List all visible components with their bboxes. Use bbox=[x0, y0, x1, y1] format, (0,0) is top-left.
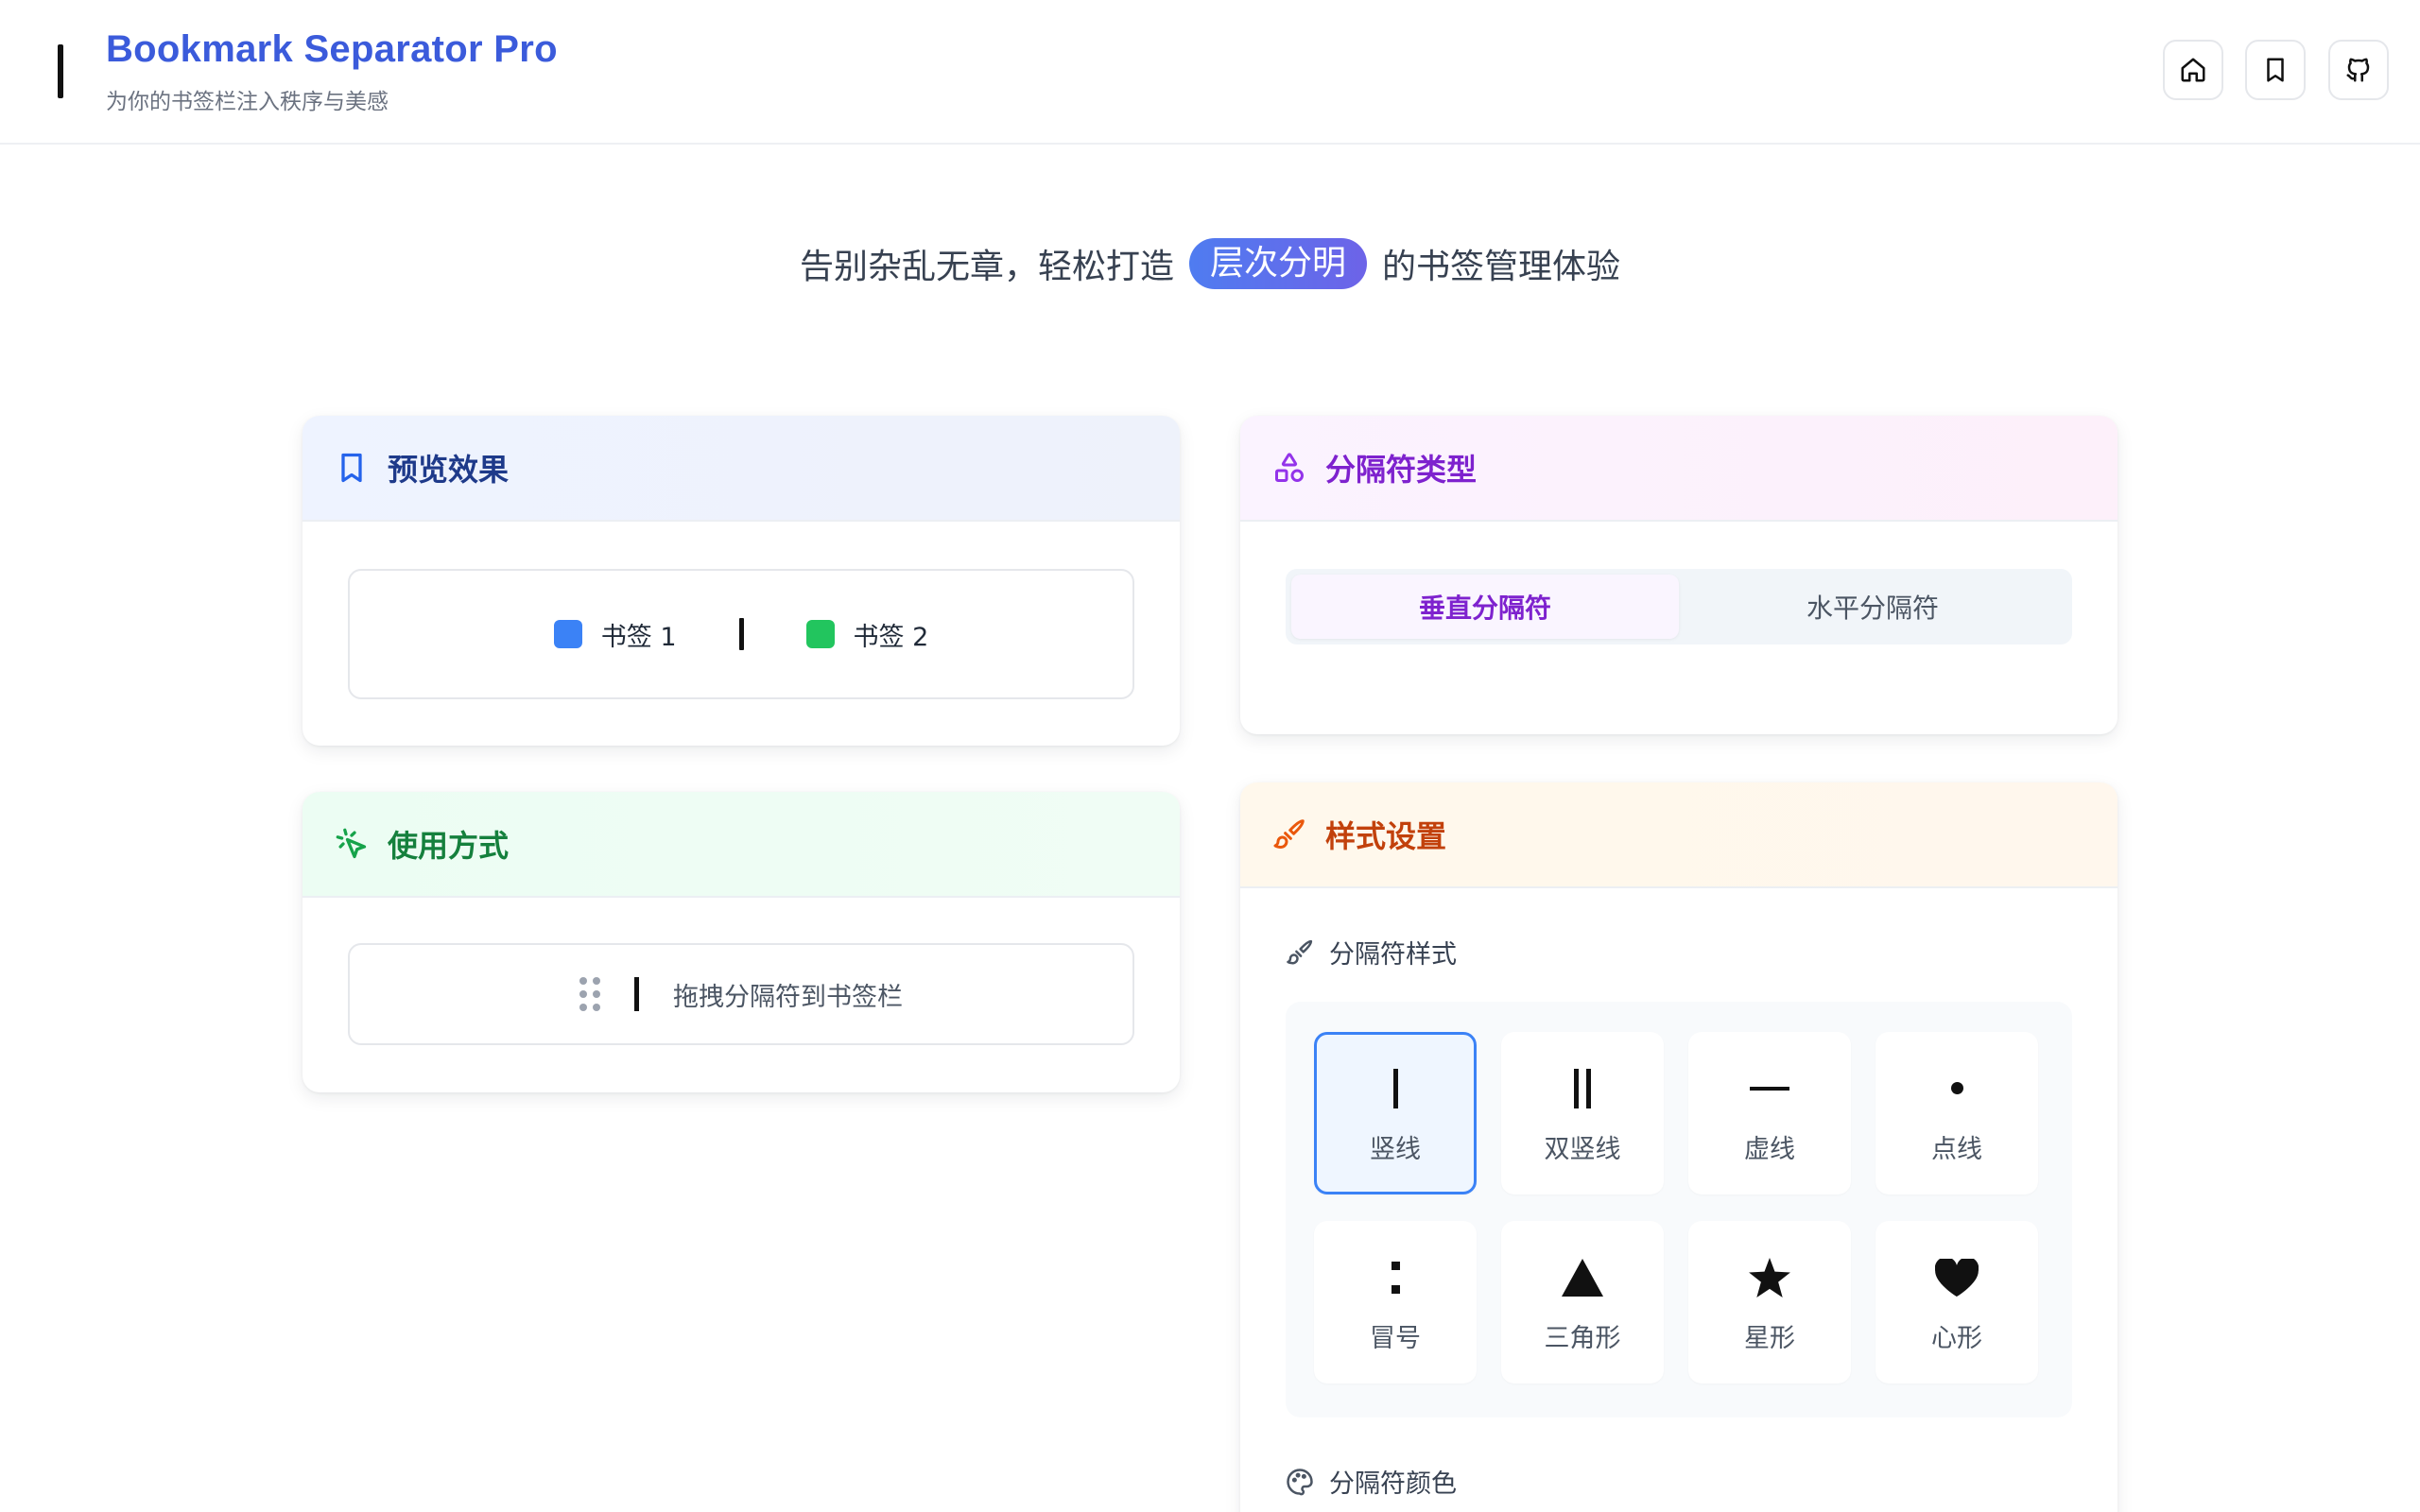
style-option-label: 星形 bbox=[1744, 1323, 1795, 1353]
style-settings-card: 样式设置 分隔符样式 竖线 双竖线 虚线 点线 冒号 三角形 星形 心形 分隔符… bbox=[1240, 782, 2118, 1512]
app-header: Bookmark Separator Pro 为你的书签栏注入秩序与美感 bbox=[0, 0, 2420, 145]
bookmark-button[interactable] bbox=[2245, 40, 2306, 100]
style-option-double-line[interactable]: 双竖线 bbox=[1501, 1032, 1664, 1194]
separator-style-grid: 竖线 双竖线 虚线 点线 冒号 三角形 星形 心形 bbox=[1286, 1002, 2072, 1418]
separator-sample bbox=[634, 977, 639, 1011]
heart-icon bbox=[1935, 1251, 1979, 1304]
tagline: 告别杂乱无章，轻松打造 层次分明 的书签管理体验 bbox=[0, 238, 2420, 289]
separator-color-label-text: 分隔符颜色 bbox=[1329, 1469, 1457, 1499]
style-settings-header: 样式设置 bbox=[1240, 782, 2118, 888]
drag-handle-icon bbox=[579, 977, 600, 1011]
style-option-label: 虚线 bbox=[1744, 1134, 1795, 1164]
separator-style-label: 分隔符样式 bbox=[1286, 934, 1457, 971]
colon-symbol bbox=[1391, 1251, 1400, 1304]
github-icon bbox=[2346, 58, 2370, 82]
home-icon bbox=[2181, 58, 2205, 82]
logo-separator-icon bbox=[58, 44, 63, 98]
bookmark-icon bbox=[341, 453, 362, 483]
shapes-icon bbox=[1275, 453, 1304, 482]
draggable-separator[interactable]: 拖拽分隔符到书签栏 bbox=[348, 943, 1134, 1045]
dot-symbol bbox=[1950, 1062, 1963, 1115]
app-title: Bookmark Separator Pro bbox=[106, 28, 558, 70]
style-option-heart[interactable]: 心形 bbox=[1876, 1221, 2038, 1383]
style-option-colon[interactable]: 冒号 bbox=[1314, 1221, 1477, 1383]
separator-type-header: 分隔符类型 bbox=[1240, 416, 2118, 522]
style-settings-title: 样式设置 bbox=[1325, 818, 1447, 854]
bookmark-2-label: 书签 2 bbox=[853, 622, 929, 652]
dash-symbol bbox=[1750, 1062, 1789, 1115]
tagline-before: 告别杂乱无章，轻松打造 bbox=[799, 248, 1174, 286]
preview-separator bbox=[738, 618, 744, 650]
usage-instruction: 拖拽分隔符到书签栏 bbox=[673, 982, 903, 1012]
vertical-line-symbol bbox=[1392, 1062, 1398, 1115]
separator-type-title: 分隔符类型 bbox=[1325, 452, 1478, 488]
usage-card-title: 使用方式 bbox=[388, 828, 510, 864]
separator-color-label: 分隔符颜色 bbox=[1286, 1463, 1457, 1500]
double-line-symbol bbox=[1574, 1062, 1591, 1115]
style-option-dashed[interactable]: 虚线 bbox=[1688, 1032, 1851, 1194]
preview-card-header: 预览效果 bbox=[302, 416, 1180, 522]
style-option-label: 冒号 bbox=[1370, 1323, 1421, 1353]
horizontal-separator-option[interactable]: 水平分隔符 bbox=[1679, 575, 2066, 639]
style-option-dot[interactable]: 点线 bbox=[1876, 1032, 2038, 1194]
github-button[interactable] bbox=[2328, 40, 2389, 100]
app-subtitle: 为你的书签栏注入秩序与美感 bbox=[106, 90, 389, 114]
separator-type-toggle: 垂直分隔符 水平分隔符 bbox=[1286, 569, 2072, 644]
style-option-label: 心形 bbox=[1931, 1323, 1982, 1353]
vertical-separator-option[interactable]: 垂直分隔符 bbox=[1291, 575, 1679, 639]
preview-bookmark-2: 书签 2 bbox=[805, 616, 929, 653]
pointer-click-icon bbox=[336, 828, 367, 859]
usage-card-header: 使用方式 bbox=[302, 792, 1180, 898]
separator-style-label-text: 分隔符样式 bbox=[1329, 940, 1457, 970]
star-icon bbox=[1749, 1251, 1790, 1304]
style-option-triangle[interactable]: 三角形 bbox=[1501, 1221, 1664, 1383]
preview-bookmark-1: 书签 1 bbox=[553, 616, 677, 653]
bookmark-icon bbox=[2267, 58, 2284, 82]
tagline-after: 的书签管理体验 bbox=[1382, 248, 1621, 286]
brush-icon bbox=[1273, 819, 1305, 849]
tagline-highlight: 层次分明 bbox=[1188, 238, 1367, 289]
bookmark-2-favicon-icon bbox=[805, 620, 835, 648]
style-option-label: 双竖线 bbox=[1544, 1134, 1621, 1164]
palette-icon bbox=[1287, 1468, 1313, 1495]
style-option-label: 竖线 bbox=[1370, 1134, 1421, 1164]
home-button[interactable] bbox=[2163, 40, 2223, 100]
style-option-vertical-line[interactable]: 竖线 bbox=[1314, 1032, 1477, 1194]
preview-card: 预览效果 书签 1 书签 2 bbox=[302, 416, 1180, 746]
triangle-icon bbox=[1562, 1251, 1603, 1304]
preview-card-title: 预览效果 bbox=[388, 452, 510, 488]
style-option-label: 点线 bbox=[1931, 1134, 1982, 1164]
preview-bookmark-bar: 书签 1 书签 2 bbox=[348, 569, 1134, 699]
bookmark-1-favicon-icon bbox=[553, 620, 582, 648]
brush-icon bbox=[1287, 939, 1313, 964]
separator-type-card: 分隔符类型 垂直分隔符 水平分隔符 bbox=[1240, 416, 2118, 734]
usage-card: 使用方式 拖拽分隔符到书签栏 bbox=[302, 792, 1180, 1092]
bookmark-1-label: 书签 1 bbox=[600, 622, 677, 652]
style-option-star[interactable]: 星形 bbox=[1688, 1221, 1851, 1383]
style-option-label: 三角形 bbox=[1544, 1323, 1621, 1353]
